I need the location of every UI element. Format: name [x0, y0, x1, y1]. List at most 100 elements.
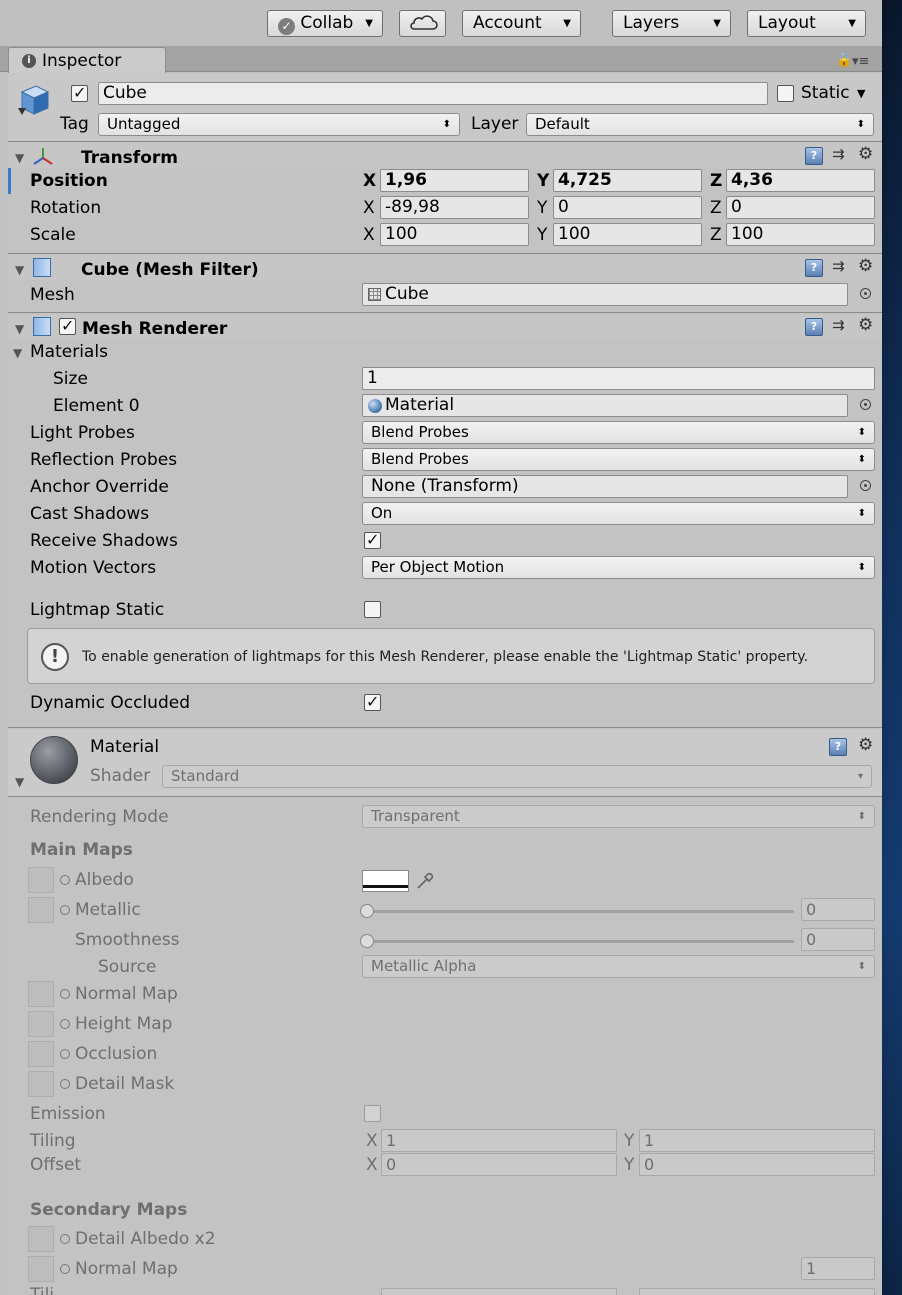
- gameobject-cube-icon: [18, 85, 50, 115]
- mesh-renderer-enabled-checkbox[interactable]: [59, 316, 76, 335]
- mesh-value: Cube: [385, 284, 429, 304]
- anchor-override-field[interactable]: None (Transform): [362, 475, 848, 498]
- lightmap-static-checkbox[interactable]: [364, 601, 381, 618]
- emission-checkbox[interactable]: [364, 1105, 381, 1122]
- element0-object-field[interactable]: Material: [362, 394, 848, 417]
- albedo-color-swatch[interactable]: [362, 870, 409, 892]
- secondary-normal-scale-field[interactable]: 1: [801, 1257, 875, 1280]
- object-picker-icon[interactable]: [60, 1079, 70, 1089]
- tab-inspector[interactable]: i Inspector: [8, 47, 166, 73]
- help-icon[interactable]: ?: [805, 259, 823, 277]
- albedo-texture-slot[interactable]: [28, 867, 54, 893]
- metallic-texture-slot[interactable]: [28, 897, 54, 923]
- lock-icon[interactable]: 🔒: [836, 54, 852, 67]
- gear-icon[interactable]: ⚙: [858, 317, 873, 334]
- object-picker-icon[interactable]: [60, 989, 70, 999]
- cloud-button[interactable]: [399, 10, 446, 37]
- secondary-normal-map-texture-slot[interactable]: [28, 1256, 54, 1282]
- metallic-slider-track[interactable]: [366, 910, 794, 913]
- detail-albedo-texture-slot[interactable]: [28, 1226, 54, 1252]
- tag-dropdown[interactable]: Untagged ⬍: [98, 113, 460, 136]
- layers-label: Layers: [623, 13, 680, 33]
- scale-y-field[interactable]: 100: [553, 223, 702, 246]
- eyedropper-icon[interactable]: [414, 868, 436, 892]
- cast-shadows-dropdown[interactable]: On ⬍: [362, 502, 875, 525]
- gear-icon[interactable]: ⚙: [858, 258, 873, 275]
- static-dropdown-icon[interactable]: ▼: [857, 88, 865, 99]
- foldout-expanded-icon[interactable]: ▼: [15, 151, 24, 165]
- secondary-tiling-x-field[interactable]: [381, 1288, 617, 1295]
- scale-x-field[interactable]: 100: [380, 223, 529, 246]
- material-sphere-icon: [368, 399, 382, 413]
- source-dropdown[interactable]: Metallic Alpha ⬍: [362, 955, 875, 978]
- active-checkbox[interactable]: [71, 83, 88, 102]
- receive-shadows-checkbox[interactable]: [364, 530, 381, 549]
- object-picker-icon[interactable]: [60, 875, 70, 885]
- foldout-expanded-icon[interactable]: ▼: [15, 322, 24, 336]
- detail-mask-texture-slot[interactable]: [28, 1071, 54, 1097]
- object-name-field[interactable]: Cube: [98, 82, 768, 105]
- secondary-tiling-y-field[interactable]: [639, 1288, 875, 1295]
- presets-icon[interactable]: ⇉: [832, 147, 845, 162]
- account-button[interactable]: Account ▼: [462, 10, 581, 37]
- gear-icon[interactable]: ⚙: [858, 146, 873, 163]
- dynamic-occluded-checkbox[interactable]: [364, 692, 381, 711]
- presets-icon[interactable]: ⇉: [832, 318, 845, 333]
- object-picker-icon[interactable]: [60, 905, 70, 915]
- foldout-expanded-icon[interactable]: ▼: [15, 263, 24, 277]
- object-picker-icon[interactable]: [60, 1049, 70, 1059]
- static-checkbox[interactable]: [777, 85, 794, 102]
- help-icon[interactable]: ?: [805, 318, 823, 336]
- layout-button[interactable]: Layout ▼: [747, 10, 866, 37]
- offset-y-field[interactable]: 0: [639, 1153, 875, 1176]
- object-picker-icon[interactable]: [860, 288, 871, 299]
- foldout-expanded-icon[interactable]: ▼: [15, 775, 24, 789]
- occlusion-texture-slot[interactable]: [28, 1041, 54, 1067]
- axis-y-label: Y: [624, 1131, 635, 1151]
- object-picker-icon[interactable]: [60, 1234, 70, 1244]
- position-y-field[interactable]: 4,725: [553, 169, 702, 192]
- help-icon[interactable]: ?: [805, 147, 823, 165]
- offset-x-field[interactable]: 0: [381, 1153, 617, 1176]
- smoothness-slider-track[interactable]: [366, 940, 794, 943]
- collab-button[interactable]: ✓ Collab ▼: [267, 10, 383, 37]
- object-picker-icon[interactable]: [860, 480, 871, 491]
- caret-down-icon: ▼: [848, 18, 856, 29]
- mesh-object-field[interactable]: Cube: [362, 283, 848, 306]
- smoothness-value-field[interactable]: 0: [801, 928, 875, 951]
- light-probes-dropdown[interactable]: Blend Probes ⬍: [362, 421, 875, 444]
- motion-vectors-dropdown[interactable]: Per Object Motion ⬍: [362, 556, 875, 579]
- help-icon[interactable]: ?: [829, 738, 847, 756]
- panel-menu-icon[interactable]: ▾≡: [852, 55, 869, 68]
- rotation-y-field[interactable]: 0: [553, 196, 702, 219]
- updown-arrow-icon: ⬍: [857, 427, 866, 438]
- metallic-value-field[interactable]: 0: [801, 898, 875, 921]
- object-picker-icon[interactable]: [60, 1019, 70, 1029]
- shader-dropdown[interactable]: Standard ▾: [162, 765, 872, 788]
- layers-button[interactable]: Layers ▼: [612, 10, 731, 37]
- presets-icon[interactable]: ⇉: [832, 259, 845, 274]
- rendering-mode-dropdown[interactable]: Transparent ⬍: [362, 805, 875, 828]
- materials-size-field[interactable]: 1: [362, 367, 875, 390]
- object-picker-icon[interactable]: [60, 1264, 70, 1274]
- scale-z-field[interactable]: 100: [726, 223, 875, 246]
- axis-x-label: X: [363, 198, 375, 218]
- motion-vectors-label: Motion Vectors: [30, 558, 157, 578]
- toolbar: ✓ Collab ▼ Account ▼ Layers ▼ Layout ▼: [0, 0, 882, 46]
- tiling-x-field[interactable]: 1: [381, 1129, 617, 1152]
- normal-map-texture-slot[interactable]: [28, 981, 54, 1007]
- tiling-y-field[interactable]: 1: [639, 1129, 875, 1152]
- rotation-z-field[interactable]: 0: [726, 196, 875, 219]
- object-picker-icon[interactable]: [860, 399, 871, 410]
- height-map-texture-slot[interactable]: [28, 1011, 54, 1037]
- foldout-expanded-icon[interactable]: ▼: [13, 346, 22, 360]
- rotation-x-field[interactable]: -89,98: [380, 196, 529, 219]
- gear-icon[interactable]: ⚙: [858, 737, 873, 754]
- metallic-slider-knob[interactable]: [360, 904, 374, 918]
- smoothness-slider-knob[interactable]: [360, 934, 374, 948]
- layer-dropdown[interactable]: Default ⬍: [526, 113, 874, 136]
- position-x-field[interactable]: 1,96: [380, 169, 529, 192]
- position-z-field[interactable]: 4,36: [726, 169, 875, 192]
- axis-z-label: Z: [710, 171, 723, 191]
- reflection-probes-dropdown[interactable]: Blend Probes ⬍: [362, 448, 875, 471]
